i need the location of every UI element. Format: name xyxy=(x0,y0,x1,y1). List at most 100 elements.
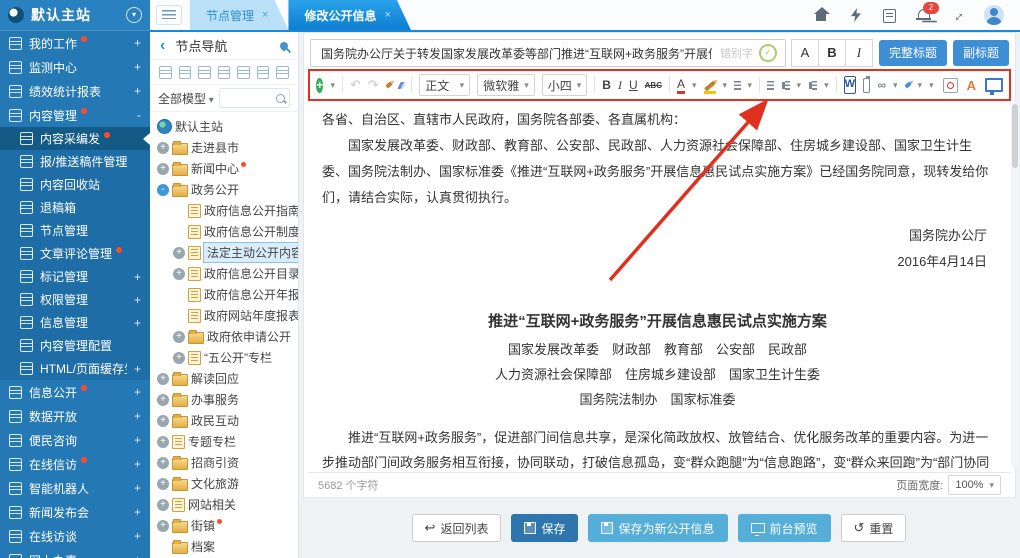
tab-node-management[interactable]: 节点管理 xyxy=(190,0,288,30)
sidebar-item-tag-management[interactable]: 标记管理 xyxy=(0,265,150,288)
back-chevron-icon[interactable] xyxy=(160,37,165,55)
link-icon[interactable] xyxy=(877,78,886,92)
font-size-select[interactable]: 小四 xyxy=(542,74,588,96)
sidebar-item-online-interview[interactable]: 在线访谈 xyxy=(0,524,150,548)
font-family-select[interactable]: 微软雅 xyxy=(477,74,535,96)
sidebar-item-content-editing[interactable]: 内容采编发 xyxy=(0,127,150,150)
tree-item[interactable]: 政府信息公开制度 xyxy=(152,221,296,242)
sidebar-item-my-work[interactable]: 我的工作 xyxy=(0,31,150,55)
format-painter-icon[interactable] xyxy=(385,82,392,89)
sidebar-item-content-config[interactable]: 内容管理配置 xyxy=(0,334,150,357)
tree-item[interactable]: 专题专栏 xyxy=(152,431,296,452)
site-icon[interactable] xyxy=(218,66,231,79)
strikethrough-icon[interactable]: ABC xyxy=(645,81,662,90)
expand-toggle-icon[interactable] xyxy=(157,520,169,532)
add-icon[interactable] xyxy=(316,78,323,93)
word-import-icon[interactable]: W xyxy=(844,76,856,94)
expand-toggle-icon[interactable] xyxy=(157,142,169,154)
tree-item[interactable]: 政府网站年度报表 xyxy=(152,305,296,326)
tree-item[interactable]: 政府信息公开指南 xyxy=(152,200,296,221)
panel-icon[interactable] xyxy=(276,66,289,79)
tree-item[interactable]: 解读回应 xyxy=(152,368,296,389)
tree-item[interactable]: 文化旅游 xyxy=(152,473,296,494)
pin-icon[interactable] xyxy=(278,40,289,51)
sidebar-item-monitor-center[interactable]: 监测中心 xyxy=(0,55,150,79)
article-title-input[interactable] xyxy=(319,45,714,61)
tree-item[interactable]: “五公开”专栏 xyxy=(152,347,296,368)
subtitle-button[interactable]: 副标题 xyxy=(953,40,1009,66)
sidebar-item-html-cache[interactable]: HTML/页面缓存生成 xyxy=(0,357,150,380)
bold-icon[interactable]: B xyxy=(602,78,611,92)
tree-item[interactable]: 政务公开 xyxy=(152,179,296,200)
tree-search-input[interactable] xyxy=(219,88,290,108)
fullscreen-icon[interactable] xyxy=(950,7,966,23)
tree-item[interactable]: 政民互动 xyxy=(152,410,296,431)
tree-item[interactable]: 新闻中心 xyxy=(152,158,296,179)
scrollbar[interactable] xyxy=(1011,102,1019,468)
full-title-button[interactable]: 完整标题 xyxy=(879,40,947,66)
back-to-list-button[interactable]: 返回列表 xyxy=(412,514,502,542)
italic-icon[interactable]: I xyxy=(618,78,622,93)
document-content[interactable]: 各省、自治区、直辖市人民政府，国务院各部委、各直属机构： 国家发展改革委、财政部… xyxy=(308,101,1011,473)
collapse-toggle-icon[interactable] xyxy=(157,184,169,196)
tab-modify-public-info[interactable]: 修改公开信息 xyxy=(288,0,410,30)
chevron-down-circle-icon[interactable] xyxy=(126,7,142,23)
sidebar-item-online-service[interactable]: 网上办事 xyxy=(0,548,150,558)
sidebar-item-info-management[interactable]: 信息管理 xyxy=(0,311,150,334)
bold-button[interactable]: B xyxy=(818,39,846,67)
tree-item[interactable]: 政府依申请公开 xyxy=(152,326,296,347)
sidebar-item-online-petition[interactable]: 在线信访 xyxy=(0,452,150,476)
chevron-down-icon[interactable] xyxy=(330,80,335,91)
sidebar-item-performance-report[interactable]: 绩效统计报表 xyxy=(0,79,150,103)
home-icon[interactable] xyxy=(257,66,270,79)
sidebar-item-info-disclosure[interactable]: 信息公开 xyxy=(0,380,150,404)
flash-icon[interactable] xyxy=(848,7,864,23)
scrollbar-thumb[interactable] xyxy=(1012,104,1018,168)
reset-button[interactable]: 重置 xyxy=(841,514,907,542)
close-icon[interactable] xyxy=(384,9,390,21)
sidebar-item-recycle-bin[interactable]: 内容回收站 xyxy=(0,173,150,196)
save-as-new-button[interactable]: 保存为新公开信息 xyxy=(588,514,727,542)
sidebar-item-robot[interactable]: 智能机器人 xyxy=(0,476,150,500)
page-width-select[interactable]: 100% xyxy=(948,475,1001,495)
undo-icon[interactable]: ↶ xyxy=(350,77,361,93)
fullscreen-icon[interactable] xyxy=(985,78,1003,92)
expand-toggle-icon[interactable] xyxy=(173,247,185,259)
expand-toggle-icon[interactable] xyxy=(157,394,169,406)
find-icon[interactable] xyxy=(943,78,958,93)
tree-item-selected[interactable]: 法定主动公开内容 xyxy=(152,242,296,263)
news-icon[interactable] xyxy=(882,7,898,23)
redo-icon[interactable]: ↷ xyxy=(368,77,379,93)
user-avatar[interactable] xyxy=(984,5,1004,25)
menu-toggle-icon[interactable] xyxy=(156,5,182,25)
magic-pen-icon[interactable] xyxy=(904,82,911,89)
sidebar-item-open-data[interactable]: 数据开放 xyxy=(0,404,150,428)
bell-icon[interactable]: 2 xyxy=(916,7,932,23)
sidebar-header[interactable]: 默认主站 xyxy=(0,0,150,31)
tree-item[interactable]: 街镇 xyxy=(152,515,296,536)
save-button[interactable]: 保存 xyxy=(511,514,578,542)
italic-button[interactable]: I xyxy=(845,39,873,67)
copy-icon[interactable] xyxy=(237,66,250,79)
font-icon[interactable]: A xyxy=(967,78,976,93)
tree-item[interactable]: 走进县市 xyxy=(152,137,296,158)
eraser-icon[interactable] xyxy=(397,82,406,89)
expand-toggle-icon[interactable] xyxy=(157,373,169,385)
tree-item[interactable]: 招商引资 xyxy=(152,452,296,473)
expand-toggle-icon[interactable] xyxy=(157,436,169,448)
sidebar-item-consultation[interactable]: 便民咨询 xyxy=(0,428,150,452)
sidebar-item-press-conference[interactable]: 新闻发布会 xyxy=(0,500,150,524)
paste-icon[interactable] xyxy=(863,78,870,93)
paragraph-format-select[interactable]: 正文 xyxy=(419,74,470,96)
sidebar-item-rejected-box[interactable]: 退稿箱 xyxy=(0,196,150,219)
close-icon[interactable] xyxy=(262,9,268,21)
model-filter-dropdown[interactable]: 全部模型 xyxy=(158,90,214,107)
expand-toggle-icon[interactable] xyxy=(157,478,169,490)
expand-toggle-icon[interactable] xyxy=(173,268,185,280)
expand-toggle-icon[interactable] xyxy=(157,163,169,175)
expand-toggle-icon[interactable] xyxy=(173,352,185,364)
sidebar-item-node-management[interactable]: 节点管理 xyxy=(0,219,150,242)
sidebar-item-comment-management[interactable]: 文章评论管理 xyxy=(0,242,150,265)
tree-item[interactable]: 默认主站 xyxy=(152,116,296,137)
sidebar-item-permission-management[interactable]: 权限管理 xyxy=(0,288,150,311)
